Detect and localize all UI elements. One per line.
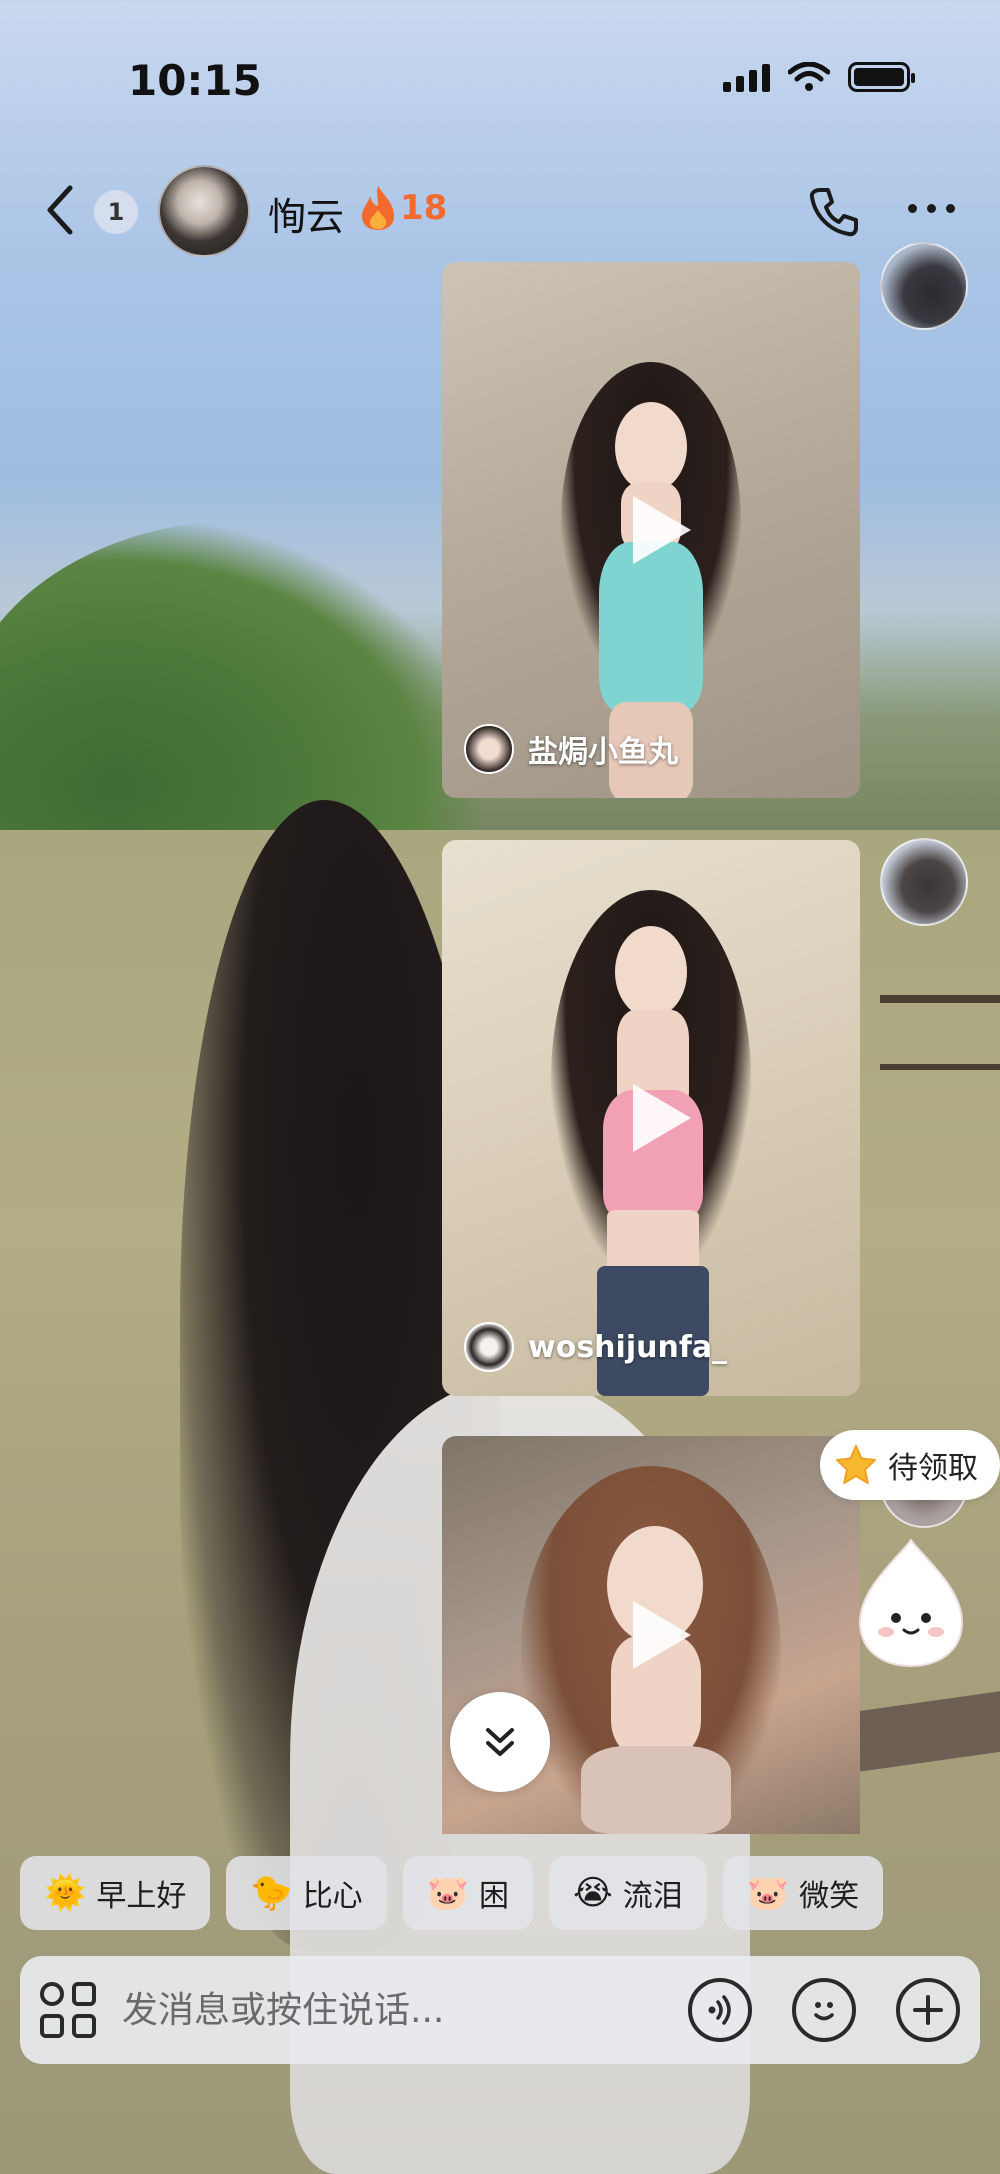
quick-reply-label: 微笑 [799,1879,860,1914]
streak-count: 18 [400,188,448,228]
quick-reply-good-morning[interactable]: 🌞 早上好 [20,1856,211,1930]
star-icon [836,1445,876,1484]
author-name: 盐焗小鱼丸 [528,735,678,770]
quick-reply-bar: 🌞 早上好 🐤 比心 🐷 困 😭 流泪 🐷 微笑 [20,1856,884,1930]
quick-reply-smile[interactable]: 🐷 微笑 [722,1856,884,1930]
sender-avatar[interactable] [880,838,968,926]
crying-emoji-icon: 😭 [573,1873,613,1913]
video-message[interactable]: 盐焗小鱼丸 [442,262,860,798]
sun-emoji-icon: 🌞 [44,1873,87,1913]
play-icon[interactable] [633,1084,691,1152]
play-icon[interactable] [633,1601,691,1669]
sender-avatar[interactable] [880,242,968,330]
emoji-icon[interactable] [792,1978,856,2042]
sound-wave-icon [708,1995,731,2025]
quick-reply-label: 比心 [302,1879,363,1914]
contact-avatar[interactable] [158,165,250,257]
smiley-icon [814,2002,834,2021]
status-icons [723,62,915,92]
author-avatar [464,1322,514,1372]
more-icon[interactable] [908,204,955,213]
message-composer [20,1956,980,2064]
quick-reply-label: 困 [479,1879,510,1914]
mascot-icon[interactable] [852,1536,970,1670]
voice-icon[interactable] [688,1978,752,2042]
apps-icon[interactable] [40,1982,96,2038]
plus-glyph-icon [913,1995,943,2025]
quick-reply-label: 流泪 [622,1879,683,1914]
message-input[interactable] [122,1989,648,2031]
video-author: 盐焗小鱼丸 [464,724,678,774]
scroll-to-bottom-button[interactable] [450,1692,550,1792]
play-icon[interactable] [633,496,691,564]
author-name: woshijunfa_ [528,1329,728,1365]
contact-name[interactable]: 恂云 [268,186,344,241]
pig-emoji-icon: 🐷 [426,1873,470,1913]
quick-reply-tears[interactable]: 😭 流泪 [549,1856,707,1930]
chick-emoji-icon: 🐤 [250,1873,293,1913]
quick-reply-label: 早上好 [96,1879,187,1914]
battery-icon [848,62,915,92]
video-author: woshijunfa_ [464,1322,727,1372]
pig-emoji-icon: 🐷 [746,1873,790,1913]
chat-header: 1 恂云 18 [0,160,1000,260]
plus-icon[interactable] [896,1978,960,2042]
video-message[interactable]: woshijunfa_ [442,840,860,1396]
background-fence [880,995,1000,1070]
signal-icon [723,62,770,92]
double-chevron-down-icon [486,1728,514,1756]
author-avatar [464,724,514,774]
quick-reply-heart[interactable]: 🐤 比心 [226,1856,387,1930]
status-time: 10:15 [128,56,262,105]
phone-icon[interactable] [808,186,860,238]
unread-badge[interactable]: 1 [94,190,138,234]
back-icon[interactable] [40,182,80,238]
fire-icon [362,186,394,230]
reward-pending-button[interactable]: 待领取 [820,1430,1000,1500]
wifi-icon [788,62,830,91]
quick-reply-sleepy[interactable]: 🐷 困 [402,1856,534,1930]
reward-label: 待领取 [888,1451,978,1486]
